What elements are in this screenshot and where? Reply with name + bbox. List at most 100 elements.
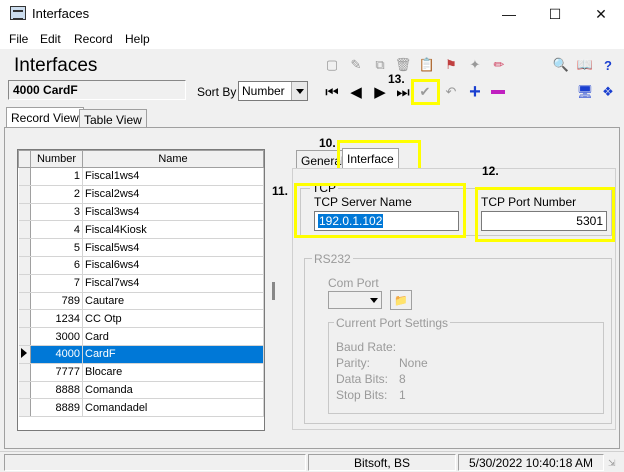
table-row[interactable]: 2 Fiscal2ws4 [18,185,264,204]
cell-name[interactable]: Fiscal4Kiosk [82,220,264,240]
menu-file[interactable]: File [9,32,28,46]
menu-edit[interactable]: Edit [40,32,61,46]
row-indicator[interactable] [18,363,31,382]
cell-name[interactable]: Fiscal3ws4 [82,203,264,222]
row-indicator[interactable] [18,185,31,204]
row-indicator[interactable] [18,327,31,346]
table-row[interactable]: 4000 CardF [18,345,264,364]
com-port-label: Com Port [328,276,379,290]
help-icon[interactable]: ? [598,55,618,75]
copy-record-icon[interactable]: ⧉ [370,55,390,75]
resize-grip-icon[interactable]: ⇲ [608,458,620,470]
table-row[interactable]: 789 Cautare [18,292,264,311]
cell-name[interactable]: CC Otp [82,309,264,329]
row-indicator[interactable] [18,220,31,240]
cell-number[interactable]: 3 [30,203,83,222]
table-row[interactable]: 3000 Card [18,327,264,346]
menu-bar: File Edit Record Help [0,28,624,49]
pencil-icon[interactable]: ✏ [489,55,509,75]
tab-record-view[interactable]: Record View [6,107,84,129]
row-indicator[interactable] [18,203,31,222]
clipboard-icon[interactable]: 📋 [417,55,437,75]
table-row[interactable]: 4 Fiscal4Kiosk [18,220,264,240]
cell-name[interactable]: Fiscal1ws4 [82,167,264,186]
cell-name[interactable]: Card [82,327,264,346]
tab-table-view[interactable]: Table View [79,109,147,129]
cell-name[interactable]: Comanda [82,381,264,400]
cell-name[interactable]: Fiscal6ws4 [82,256,264,275]
row-indicator[interactable] [18,398,31,418]
port-settings-label: Current Port Settings [334,316,451,330]
row-indicator[interactable] [18,274,31,293]
baud-rate-label: Baud Rate: [336,340,397,354]
cell-number[interactable]: 2 [30,185,83,204]
cell-number[interactable]: 4000 [30,345,83,364]
remove-icon[interactable] [488,82,508,102]
table-row[interactable]: 7777 Blocare [18,363,264,382]
cell-name[interactable]: Cautare [82,292,264,311]
save-checkmark-icon[interactable]: ✔ [415,82,435,102]
tcp-server-name-label: TCP Server Name [314,195,412,209]
table-row[interactable]: 6 Fiscal6ws4 [18,256,264,275]
cell-number[interactable]: 3000 [30,327,83,346]
table-row[interactable]: 1234 CC Otp [18,309,264,329]
sort-by-select[interactable]: Number [238,81,308,101]
close-button[interactable]: ✕ [578,0,624,28]
book-icon[interactable]: 📖 [575,55,595,75]
binoculars-icon[interactable]: 🔍 [551,55,571,75]
add-icon[interactable]: + [465,81,485,103]
cell-name[interactable]: Blocare [82,363,264,382]
table-row[interactable]: 3 Fiscal3ws4 [18,203,264,222]
chevron-down-icon[interactable] [291,82,307,100]
cell-number[interactable]: 8889 [30,398,83,418]
menu-help[interactable]: Help [125,32,150,46]
maximize-button[interactable]: ☐ [532,0,578,28]
row-indicator[interactable] [18,345,31,364]
wand-icon[interactable]: ✦ [465,55,485,75]
row-indicator[interactable] [18,381,31,400]
table-row[interactable]: 7 Fiscal7ws4 [18,274,264,293]
cell-number[interactable]: 6 [30,256,83,275]
cell-name[interactable]: Fiscal2ws4 [82,185,264,204]
cell-number[interactable]: 4 [30,220,83,240]
cell-number[interactable]: 1 [30,167,83,186]
row-indicator[interactable] [18,309,31,329]
row-indicator[interactable] [18,238,31,257]
cell-name[interactable]: CardF [82,345,264,364]
new-record-icon[interactable]: ▢ [322,55,342,75]
scrollbar-thumb[interactable] [272,282,275,300]
cell-number[interactable]: 5 [30,238,83,257]
minimize-button[interactable]: — [486,0,532,28]
menu-record[interactable]: Record [74,32,113,46]
flag-icon[interactable]: ⚑ [441,55,461,75]
cell-number[interactable]: 789 [30,292,83,311]
cell-name[interactable]: Fiscal5ws4 [82,238,264,257]
first-record-icon[interactable]: ⏮ [322,82,342,102]
network-icon[interactable]: ❖ [598,82,618,102]
cell-number[interactable]: 8888 [30,381,83,400]
monitor-icon[interactable]: 🖥 [575,82,595,102]
previous-record-icon[interactable]: ◀ [346,82,366,102]
com-port-select[interactable] [328,291,382,309]
table-row[interactable]: 5 Fiscal5ws4 [18,238,264,257]
table-row[interactable]: 8889 Comandadel [18,398,264,418]
cell-number[interactable]: 7777 [30,363,83,382]
cell-name[interactable]: Fiscal7ws4 [82,274,264,293]
status-user: Bitsoft, BS [308,454,456,471]
row-indicator[interactable] [18,256,31,275]
cell-name[interactable]: Comandadel [82,398,264,418]
cell-number[interactable]: 1234 [30,309,83,329]
edit-record-icon[interactable]: ✎ [346,55,366,75]
column-header-number[interactable]: Number [30,150,83,168]
column-header-name[interactable]: Name [82,150,264,168]
table-row[interactable]: 8888 Comanda [18,381,264,400]
next-record-icon[interactable]: ▶ [370,82,390,102]
tcp-port-number-input[interactable]: 5301 [481,211,607,231]
row-indicator[interactable] [18,292,31,311]
folder-browse-icon[interactable]: 📁 [390,290,412,310]
table-row[interactable]: 1 Fiscal1ws4 [18,167,264,186]
row-indicator[interactable] [18,167,31,186]
tcp-server-name-input[interactable]: 192.0.1.102 [314,211,459,231]
undo-icon[interactable]: ↶ [441,82,461,102]
cell-number[interactable]: 7 [30,274,83,293]
